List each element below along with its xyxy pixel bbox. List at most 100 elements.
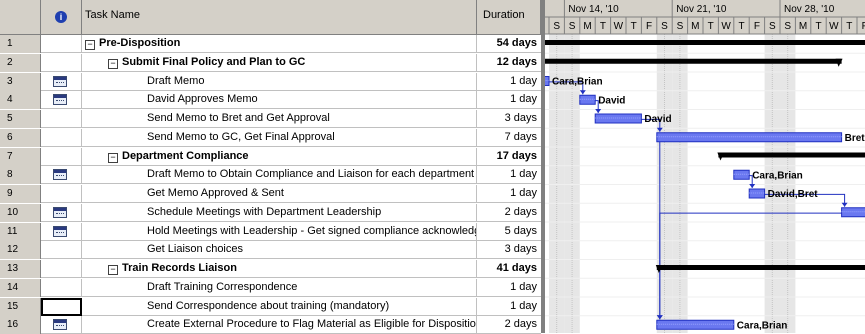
duration-cell[interactable]: 12 days — [477, 54, 541, 72]
duration-cell[interactable]: 3 days — [477, 241, 541, 259]
row-id[interactable]: 8 — [0, 166, 41, 185]
summary-bar[interactable] — [545, 40, 865, 45]
row-id[interactable]: 12 — [0, 241, 41, 260]
indicator-cell[interactable] — [41, 166, 82, 185]
indicator-cell[interactable] — [41, 35, 82, 53]
row-id[interactable]: 16 — [0, 316, 41, 334]
indicator-cell[interactable] — [41, 278, 82, 297]
row-id[interactable]: 2 — [0, 53, 41, 72]
task-bar[interactable] — [841, 207, 865, 218]
task-row[interactable]: 1− Pre-Disposition 54 days — [0, 35, 541, 53]
summary-bar[interactable] — [718, 152, 865, 158]
task-name: Pre-Disposition — [99, 37, 181, 49]
task-name-cell[interactable]: Draft Memo — [82, 72, 477, 91]
duration-cell[interactable]: 1 day — [477, 91, 541, 109]
task-name-cell[interactable]: − Department Compliance — [82, 147, 477, 166]
task-name-cell[interactable]: Send Correspondence about training (mand… — [82, 297, 477, 316]
task-row[interactable]: 10 Schedule Meetings with Department Lead… — [0, 203, 541, 222]
summary-bar[interactable] — [545, 58, 842, 64]
indicator-cell[interactable] — [41, 147, 82, 166]
resource-label: David — [598, 95, 625, 106]
task-name-cell[interactable]: Create External Procedure to Flag Materi… — [82, 316, 477, 334]
collapse-toggle[interactable]: − — [108, 265, 118, 275]
duration-cell[interactable]: 5 days — [477, 223, 541, 241]
duration-cell[interactable]: 1 day — [477, 73, 541, 91]
task-row[interactable]: 2 − Submit Final Policy and Plan to GC 12 d… — [0, 53, 541, 72]
task-name-cell[interactable]: Schedule Meetings with Department Leader… — [82, 203, 477, 222]
task-row[interactable]: 8 Draft Memo to Obtain Compliance and Lia… — [0, 166, 541, 185]
id-column-header[interactable] — [0, 0, 41, 34]
collapse-toggle[interactable]: − — [108, 58, 118, 69]
task-name-cell[interactable]: Get Memo Approved & Sent — [82, 185, 477, 203]
task-name: Train Records Liaison — [122, 262, 237, 274]
indicator-cell[interactable] — [41, 241, 82, 260]
indicator-cell[interactable] — [41, 297, 82, 316]
task-row[interactable]: 9 Get Memo Approved & Sent 1 day — [0, 185, 541, 203]
task-name-cell[interactable]: Send Memo to GC, Get Final Approval — [82, 128, 477, 147]
duration-cell[interactable]: 7 days — [477, 129, 541, 147]
indicator-cell[interactable] — [41, 72, 82, 91]
indicator-cell[interactable] — [41, 53, 82, 72]
indicator-cell[interactable] — [41, 185, 82, 203]
row-id[interactable]: 5 — [0, 110, 41, 128]
task-name-cell[interactable]: − Submit Final Policy and Plan to GC — [82, 53, 477, 72]
summary-bar[interactable] — [656, 265, 865, 270]
collapse-toggle[interactable]: − — [108, 152, 118, 163]
row-id[interactable]: 9 — [0, 185, 41, 203]
task-row[interactable]: 13− Train Records Liaison 41 days — [0, 260, 541, 278]
indicator-cell[interactable] — [41, 222, 82, 241]
task-name: Get Liaison choices — [147, 243, 243, 256]
task-name-cell[interactable]: David Approves Memo — [82, 91, 477, 110]
task-row[interactable]: 4 David Approves Memo 1 day — [0, 91, 541, 110]
row-id[interactable]: 6 — [0, 128, 41, 147]
duration-cell[interactable]: 54 days — [477, 35, 541, 53]
task-row[interactable]: 11 Hold Meetings with Leadership - Get si… — [0, 222, 541, 241]
task-row[interactable]: 7 − Department Compliance 17 days — [0, 147, 541, 166]
indicator-cell[interactable] — [41, 203, 82, 222]
task-name-column-header[interactable]: Task Name — [82, 0, 477, 34]
task-row[interactable]: 15 Send Correspondence about training (ma… — [0, 297, 541, 316]
task-row[interactable]: 6 Send Memo to GC, Get Final Approval 7 da… — [0, 128, 541, 147]
duration-cell[interactable]: 1 day — [477, 279, 541, 297]
task-name-cell[interactable]: Hold Meetings with Leadership - Get sign… — [82, 222, 477, 241]
row-id[interactable]: 7 — [0, 147, 41, 166]
duration-cell[interactable]: 17 days — [477, 148, 541, 166]
indicator-cell[interactable] — [41, 128, 82, 147]
indicators-column-header[interactable]: i — [41, 0, 82, 34]
task-row[interactable]: 12 Get Liaison choices 3 days — [0, 241, 541, 260]
task-row[interactable]: 16 Create External Procedure to Flag Mate… — [0, 316, 541, 334]
row-id[interactable]: 15 — [0, 297, 41, 316]
row-id[interactable]: 14 — [0, 278, 41, 297]
duration-cell[interactable]: 2 days — [477, 316, 541, 334]
row-id[interactable]: 1 — [0, 35, 41, 53]
duration-cell[interactable]: 1 day — [477, 166, 541, 184]
task-name-cell[interactable]: − Pre-Disposition — [82, 35, 477, 53]
gantt-svg: Nov 14, '10 Nov 21, '10 Nov 28, '10S S M T W T F… — [545, 0, 865, 333]
indicator-cell[interactable] — [41, 316, 82, 334]
row-id[interactable]: 13 — [0, 260, 41, 278]
task-row[interactable]: 3 Draft Memo 1 day — [0, 72, 541, 91]
row-id[interactable]: 4 — [0, 91, 41, 110]
task-name-cell[interactable]: Draft Training Correspondence — [82, 278, 477, 297]
task-name-cell[interactable]: Draft Memo to Obtain Compliance and Liai… — [82, 166, 477, 185]
duration-cell[interactable]: 3 days — [477, 110, 541, 128]
row-id[interactable]: 11 — [0, 222, 41, 241]
indicator-cell[interactable] — [41, 260, 82, 278]
task-row[interactable]: 14 Draft Training Correspondence 1 day — [0, 278, 541, 297]
duration-column-header[interactable]: Duration — [477, 0, 541, 34]
row-id[interactable]: 10 — [0, 203, 41, 222]
duration-cell[interactable]: 2 days — [477, 204, 541, 222]
calendar-icon — [53, 225, 67, 237]
task-name-cell[interactable]: Send Memo to Bret and Get Approval — [82, 110, 477, 128]
task-name-cell[interactable]: Get Liaison choices — [82, 241, 477, 260]
duration-cell[interactable]: 41 days — [477, 260, 541, 278]
duration-cell[interactable]: 1 day — [477, 298, 541, 316]
task-row[interactable]: 5 Send Memo to Bret and Get Approval 3 day… — [0, 110, 541, 128]
task-name-cell[interactable]: − Train Records Liaison — [82, 260, 477, 278]
indicator-cell[interactable] — [41, 91, 82, 110]
duration-cell[interactable]: 1 day — [477, 185, 541, 203]
resource-label: David,Bret — [768, 189, 819, 200]
indicator-cell[interactable] — [41, 110, 82, 128]
collapse-toggle[interactable]: − — [85, 40, 95, 50]
row-id[interactable]: 3 — [0, 72, 41, 91]
